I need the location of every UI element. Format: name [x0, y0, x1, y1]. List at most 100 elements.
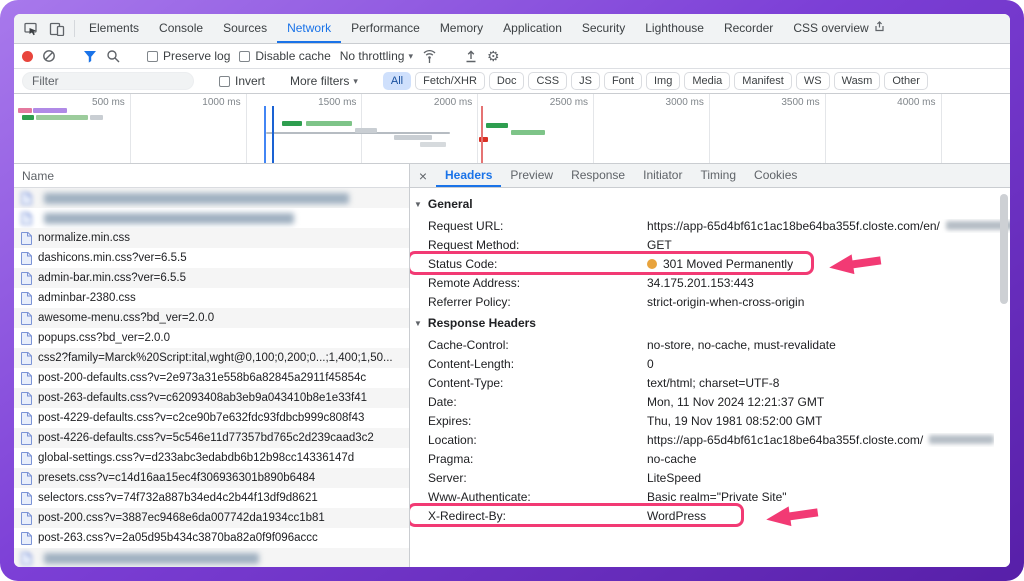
devtools-tab[interactable]: Performance	[341, 14, 430, 43]
filter-toggle-icon[interactable]	[83, 50, 97, 63]
request-row[interactable]: post-263.css?v=2a05d95b434c3870ba82a0f9f…	[14, 528, 409, 548]
preserve-log-checkbox[interactable]: Preserve log	[147, 49, 230, 63]
request-row[interactable]: awesome-menu.css?bd_ver=2.0.0	[14, 308, 409, 328]
request-row[interactable]	[14, 208, 409, 228]
tab-label: Sources	[223, 21, 267, 35]
header-value: LiteSpeed	[647, 471, 701, 485]
tab-label: Security	[582, 21, 625, 35]
record-button[interactable]	[22, 51, 33, 62]
filter-chip[interactable]: Doc	[489, 72, 525, 90]
request-row[interactable]: global-settings.css?v=d233abc3edabdb6b12…	[14, 448, 409, 468]
devtools-tab[interactable]: CSS overview	[783, 14, 894, 43]
filter-chip[interactable]: Manifest	[734, 72, 792, 90]
detail-scrollbar-thumb[interactable]	[1000, 194, 1008, 304]
header-row: Content-Type: text/html; charset=UTF-8	[414, 373, 1010, 392]
section-header[interactable]: ▼ Response Headers	[414, 311, 1010, 335]
css-file-icon	[21, 372, 32, 385]
inspect-element-icon[interactable]	[18, 14, 44, 43]
import-har-icon[interactable]	[464, 49, 478, 63]
timeline-gridline	[709, 94, 710, 163]
header-value-text: https://app-65d4bf61c1ac18be64ba355f.clo…	[647, 219, 940, 233]
request-row[interactable]: dashicons.min.css?ver=6.5.5	[14, 248, 409, 268]
headers-panel: × HeadersPreviewResponseInitiatorTimingC…	[410, 164, 1010, 567]
request-row[interactable]: post-263-defaults.css?v=c62093408ab3eb9a…	[14, 388, 409, 408]
devtools-tab[interactable]: Elements	[79, 14, 149, 43]
waterfall-segment	[33, 108, 67, 113]
filter-chip[interactable]: JS	[571, 72, 600, 90]
filter-input[interactable]	[22, 72, 194, 90]
detail-tab[interactable]: Cookies	[745, 164, 806, 187]
request-row[interactable]: selectors.css?v=74f732a887b34ed4c2b44f13…	[14, 488, 409, 508]
section-header[interactable]: ▼ General	[414, 192, 1010, 216]
header-row: Expires: Thu, 19 Nov 1981 08:52:00 GMT	[414, 411, 1010, 430]
devtools-tab[interactable]: Recorder	[714, 14, 783, 43]
timeline-tick-label: 3000 ms	[666, 97, 709, 108]
header-value-text: 0	[647, 357, 654, 371]
resource-type-chips: AllFetch/XHRDocCSSJSFontImgMediaManifest…	[383, 72, 928, 90]
devtools-tab[interactable]: Memory	[430, 14, 493, 43]
timeline-tick-label: 2500 ms	[550, 97, 593, 108]
devtools-tab[interactable]: Lighthouse	[635, 14, 714, 43]
request-row[interactable]: css2?family=Marck%20Script:ital,wght@0,1…	[14, 348, 409, 368]
invert-checkbox[interactable]: Invert	[219, 74, 265, 88]
request-row[interactable]: post-200.css?v=3887ec9468e6da007742da193…	[14, 508, 409, 528]
header-name: Content-Length:	[428, 357, 647, 371]
request-row[interactable]: popups.css?bd_ver=2.0.0	[14, 328, 409, 348]
filter-chip[interactable]: All	[383, 72, 411, 90]
name-column-header[interactable]: Name	[14, 164, 409, 188]
more-filters-dropdown[interactable]: More filters ▾	[290, 74, 358, 88]
header-value-text: text/html; charset=UTF-8	[647, 376, 779, 390]
network-conditions-icon[interactable]	[422, 50, 437, 63]
disclosure-triangle-icon: ▼	[414, 200, 422, 209]
header-value-text: strict-origin-when-cross-origin	[647, 295, 804, 309]
detail-tab[interactable]: Headers	[436, 164, 501, 187]
header-value-text: Basic realm="Private Site"	[647, 490, 787, 504]
request-row[interactable]: post-4229-defaults.css?v=c2ce90b7e632fdc…	[14, 408, 409, 428]
request-row[interactable]	[14, 188, 409, 208]
request-row[interactable]: admin-bar.min.css?ver=6.5.5	[14, 268, 409, 288]
request-name: selectors.css?v=74f732a887b34ed4c2b44f13…	[38, 492, 318, 504]
filter-chip[interactable]: WS	[796, 72, 830, 90]
timeline-event-line	[272, 106, 274, 163]
filter-chip[interactable]: Font	[604, 72, 642, 90]
request-name: admin-bar.min.css?ver=6.5.5	[38, 272, 186, 284]
filter-chip[interactable]: Fetch/XHR	[415, 72, 485, 90]
search-icon[interactable]	[106, 49, 120, 63]
close-detail-icon[interactable]: ×	[410, 164, 436, 187]
chevron-down-icon: ▾	[408, 51, 413, 62]
header-value-text: https://app-65d4bf61c1ac18be64ba355f.clo…	[647, 433, 923, 447]
filter-chip[interactable]: Img	[646, 72, 680, 90]
waterfall-segment	[22, 115, 34, 120]
request-row[interactable]: presets.css?v=c14d16aa15ec4f306936301b89…	[14, 468, 409, 488]
timeline-tick-label: 2000 ms	[434, 97, 477, 108]
network-overview-timeline[interactable]: 500 ms1000 ms1500 ms2000 ms2500 ms3000 m…	[14, 94, 1010, 164]
clear-log-button[interactable]	[42, 49, 56, 63]
request-row[interactable]: adminbar-2380.css	[14, 288, 409, 308]
devtools-tab[interactable]: Network	[277, 14, 341, 43]
device-toolbar-icon[interactable]	[44, 14, 70, 43]
detail-tab[interactable]: Preview	[501, 164, 562, 187]
filter-chip[interactable]: Other	[884, 72, 928, 90]
devtools-tab[interactable]: Application	[493, 14, 572, 43]
detail-tab[interactable]: Timing	[691, 164, 745, 187]
request-row[interactable]: post-200-defaults.css?v=2e973a31e558b6a8…	[14, 368, 409, 388]
header-name: Status Code:	[428, 257, 647, 271]
throttling-dropdown[interactable]: No throttling ▾	[340, 49, 413, 63]
detail-tab[interactable]: Response	[562, 164, 634, 187]
request-row[interactable]: normalize.min.css	[14, 228, 409, 248]
request-name: post-200.css?v=3887ec9468e6da007742da193…	[38, 512, 325, 524]
devtools-tab[interactable]: Sources	[213, 14, 277, 43]
disable-cache-checkbox[interactable]: Disable cache	[239, 49, 330, 63]
filter-chip[interactable]: Media	[684, 72, 730, 90]
waterfall-segment	[90, 115, 103, 120]
settings-gear-icon[interactable]: ⚙	[487, 49, 500, 63]
filter-chip[interactable]: Wasm	[834, 72, 881, 90]
detail-tab[interactable]: Initiator	[634, 164, 691, 187]
timeline-gridline	[825, 94, 826, 163]
devtools-tab[interactable]: Console	[149, 14, 213, 43]
request-name: post-4226-defaults.css?v=5c546e11d77357b…	[38, 432, 374, 444]
request-row[interactable]: post-4226-defaults.css?v=5c546e11d77357b…	[14, 428, 409, 448]
devtools-tab[interactable]: Security	[572, 14, 635, 43]
filter-chip[interactable]: CSS	[528, 72, 567, 90]
request-row[interactable]	[14, 548, 409, 567]
